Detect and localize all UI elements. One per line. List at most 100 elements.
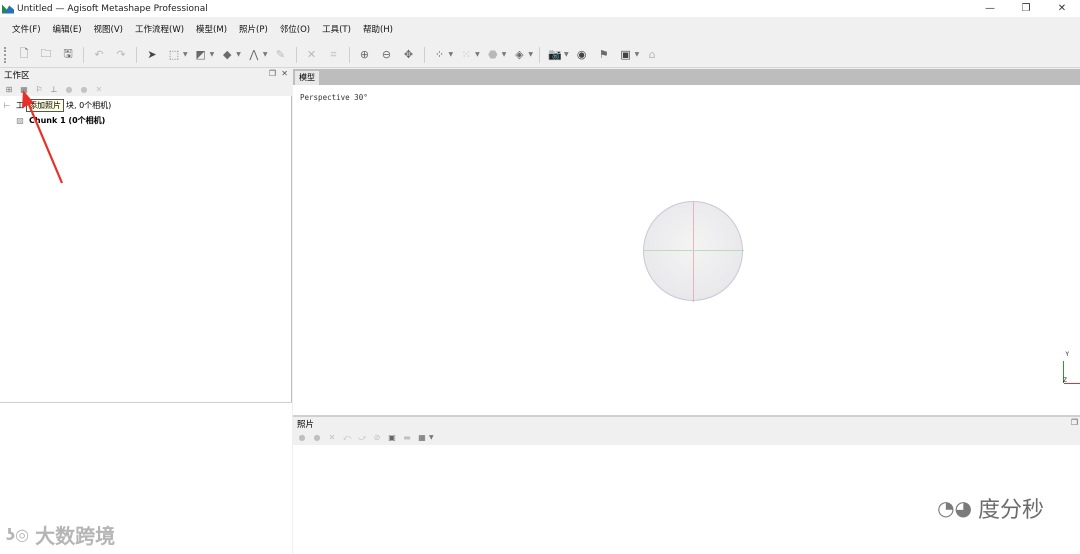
rotate-right-icon[interactable]: ⤻	[356, 432, 368, 444]
menu-edit[interactable]: 编辑(E)	[47, 23, 88, 35]
crop-icon[interactable]: ⌗	[325, 46, 343, 64]
toolbar-grip[interactable]	[4, 46, 7, 63]
window-title: Untitled — Agisoft Metashape Professiona…	[17, 3, 208, 14]
zoom-out-icon[interactable]: ⊖	[378, 46, 396, 64]
watermark-right-text: 度分秒	[977, 498, 1044, 523]
tree-root-prefix: 工	[16, 101, 24, 110]
workspace-header: 工作区 ❐ ✕	[0, 68, 292, 82]
workspace-toolbar: ⊞ ▦ ⚐ ⊥ ● ● ✕	[0, 82, 292, 96]
rotate-left-icon[interactable]: ⤺	[341, 432, 353, 444]
trackball-vertical-axis	[693, 202, 694, 302]
toolbar-separator	[136, 46, 137, 63]
workspace-tree-icon: ⊢	[3, 101, 11, 110]
add-marker-icon[interactable]: ⚐	[33, 83, 45, 95]
camera-icon[interactable]: 📷	[546, 46, 564, 64]
trackball-horizontal-axis	[644, 250, 744, 251]
menu-view[interactable]: 视图(V)	[88, 23, 129, 35]
remove-items-icon[interactable]: ✕	[93, 83, 105, 95]
chevron-down-icon[interactable]: ▼	[449, 51, 454, 58]
navigation-cursor-icon[interactable]: ➤	[143, 46, 161, 64]
watermark-left-text: 大数跨境	[35, 524, 116, 548]
photos-toolbar: ● ● ✕ ⤺ ⤻ ⊘ ▣ ▬ ▦ ▼	[293, 430, 1080, 445]
toolbar-separator	[348, 46, 350, 63]
tab-model[interactable]: 模型	[295, 71, 319, 85]
mesh-model-icon[interactable]: ⬣	[484, 46, 502, 64]
save-icon[interactable]: 🖫	[59, 46, 77, 64]
resize-region-icon[interactable]: ◩	[192, 46, 210, 64]
chevron-down-icon[interactable]: ▼	[635, 51, 640, 58]
shape-layers-icon[interactable]: ◉	[573, 46, 591, 64]
masks-icon[interactable]: ▣	[386, 432, 398, 444]
close-pane-icon[interactable]: ✕	[281, 69, 288, 78]
details-icon[interactable]: ▬	[401, 432, 413, 444]
chevron-down-icon[interactable]: ▼	[210, 51, 215, 58]
photos-header: 照片 ❐	[293, 417, 1080, 430]
toolbar-separator	[423, 46, 425, 63]
menu-workflow[interactable]: 工作流程(W)	[129, 23, 190, 35]
chevron-down-icon[interactable]: ▼	[236, 51, 241, 58]
chevron-down-icon[interactable]: ▼	[564, 51, 569, 58]
model-tab-bar: 模型	[293, 69, 1080, 85]
chevron-down-icon[interactable]: ▼	[528, 51, 533, 58]
menu-help[interactable]: 帮助(H)	[357, 23, 399, 35]
dense-cloud-icon[interactable]: ⁙	[457, 46, 475, 64]
perspective-label: Perspective 30°	[300, 93, 368, 102]
tree-root-suffix: 块, 0个相机)	[66, 101, 112, 110]
chunk-label: Chunk 1 (0个相机)	[29, 116, 106, 125]
main-toolbar: 🗋 🗀 🖫 ↶ ↷ ➤ ⬚ ▼ ◩ ▼ ◆ ▼ ⋀ ▼ ✎ ✕ ⌗ ⊕ ⊖ ✥ ⁘ ▼ ⁙…	[0, 42, 1080, 68]
tiled-model-icon[interactable]: ◈	[510, 46, 528, 64]
wechat-logo-icon: ◔◕	[937, 496, 972, 520]
menu-photo[interactable]: 照片(P)	[233, 23, 274, 35]
enable-icon[interactable]: ●	[63, 83, 75, 95]
chevron-down-icon[interactable]: ▼	[183, 51, 188, 58]
delete-selection-icon[interactable]: ✕	[303, 46, 321, 64]
markers-flag-icon[interactable]: ⚑	[595, 46, 613, 64]
add-chunk-icon[interactable]: ⊞	[3, 83, 15, 95]
trackball[interactable]	[643, 201, 744, 302]
disable-icon[interactable]: ●	[78, 83, 90, 95]
toolbar-separator	[295, 46, 297, 63]
float-pane-icon[interactable]: ❐	[269, 69, 276, 78]
undo-icon[interactable]: ↶	[90, 46, 108, 64]
view-mode-icon[interactable]: ▦	[416, 432, 428, 444]
tree-chunk-item[interactable]: ▨ Chunk 1 (0个相机)	[0, 113, 292, 128]
chevron-down-icon[interactable]: ▼	[502, 51, 507, 58]
reset-filter-icon[interactable]: ⊘	[371, 432, 383, 444]
menu-file[interactable]: 文件(F)	[6, 23, 47, 35]
rectangle-selection-icon[interactable]: ⬚	[165, 46, 183, 64]
add-photos-tooltip: 添加照片	[26, 99, 64, 112]
new-document-icon[interactable]: 🗋	[15, 46, 33, 64]
add-photos-icon[interactable]: ▦	[18, 83, 30, 95]
float-pane-icon[interactable]: ❐	[1071, 418, 1078, 427]
enable-cameras-icon[interactable]: ●	[296, 432, 308, 444]
remove-cameras-icon[interactable]: ✕	[326, 432, 338, 444]
chevron-down-icon[interactable]: ▼	[263, 51, 268, 58]
draw-polyline-icon[interactable]: ⋀	[245, 46, 263, 64]
open-folder-icon[interactable]: 🗀	[37, 46, 55, 64]
region-box-icon[interactable]: ⌂	[643, 46, 661, 64]
window-controls: — ❐ ✕	[972, 0, 1080, 17]
pencil-icon[interactable]: ✎	[272, 46, 290, 64]
point-cloud-icon[interactable]: ⁘	[431, 46, 449, 64]
photos-title: 照片	[297, 419, 315, 430]
model-viewport[interactable]: Perspective 30° Y Z	[293, 85, 1080, 415]
menu-model[interactable]: 模型(M)	[190, 23, 233, 35]
disable-cameras-icon[interactable]: ●	[311, 432, 323, 444]
image-overlay-icon[interactable]: ▣	[617, 46, 635, 64]
menu-tools[interactable]: 工具(T)	[316, 23, 357, 35]
minimize-button[interactable]: —	[972, 0, 1008, 17]
close-button[interactable]: ✕	[1044, 0, 1080, 17]
move-region-icon[interactable]: ◆	[218, 46, 236, 64]
metashape-logo-icon	[2, 4, 14, 14]
chevron-down-icon[interactable]: ▼	[475, 51, 480, 58]
title-bar: Untitled — Agisoft Metashape Professiona…	[0, 0, 1080, 17]
restore-button[interactable]: ❐	[1008, 0, 1044, 17]
add-scalebar-icon[interactable]: ⊥	[48, 83, 60, 95]
zoom-in-icon[interactable]: ⊕	[356, 46, 374, 64]
axis-y-label: Y	[1065, 351, 1069, 358]
menu-ortho[interactable]: 邻位(O)	[274, 23, 316, 35]
reset-view-icon[interactable]: ✥	[400, 46, 418, 64]
chevron-down-icon[interactable]: ▼	[429, 434, 434, 441]
redo-icon[interactable]: ↷	[112, 46, 130, 64]
watermark-logo-icon: ʖ◎	[6, 525, 30, 544]
